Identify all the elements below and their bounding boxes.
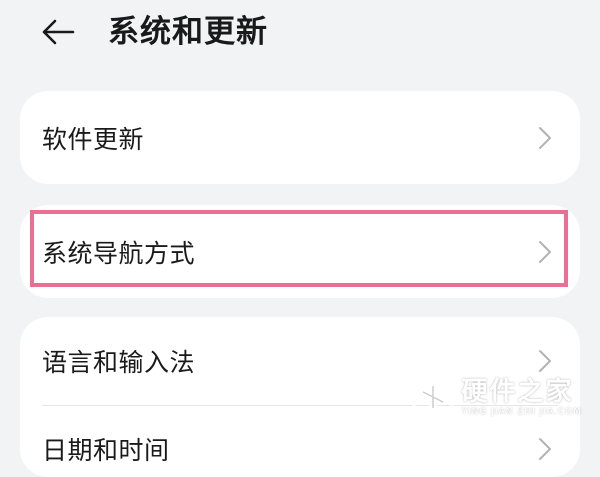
settings-item-label: 软件更新 (42, 124, 145, 154)
watermark-main-text: 硬件之家 (461, 377, 574, 407)
chevron-right-icon (539, 438, 551, 460)
watermark-text: 硬件之家 YING JIAN ZHI JIA.COM (461, 377, 582, 417)
watermark: 硬件之家 YING JIAN ZHI JIA.COM (411, 374, 582, 420)
settings-card-navigation: 系统导航方式 (20, 205, 580, 298)
page-title: 系统和更新 (108, 14, 268, 50)
chevron-right-icon (539, 240, 551, 263)
chevron-right-icon (539, 126, 551, 149)
settings-item-label: 日期和时间 (42, 436, 170, 465)
header: 系统和更新 (0, 0, 600, 70)
back-button[interactable] (36, 12, 80, 52)
settings-item-system-navigation[interactable]: 系统导航方式 (20, 205, 580, 298)
settings-item-software-update[interactable]: 软件更新 (20, 91, 580, 184)
back-arrow-icon (42, 19, 75, 45)
settings-card-update: 软件更新 (20, 91, 580, 184)
watermark-sub-text: YING JIAN ZHI JIA.COM (461, 407, 582, 417)
settings-item-label: 系统导航方式 (42, 238, 196, 268)
settings-item-label: 语言和输入法 (42, 348, 196, 377)
watermark-logo-icon (412, 374, 454, 420)
chevron-right-icon (539, 350, 551, 372)
